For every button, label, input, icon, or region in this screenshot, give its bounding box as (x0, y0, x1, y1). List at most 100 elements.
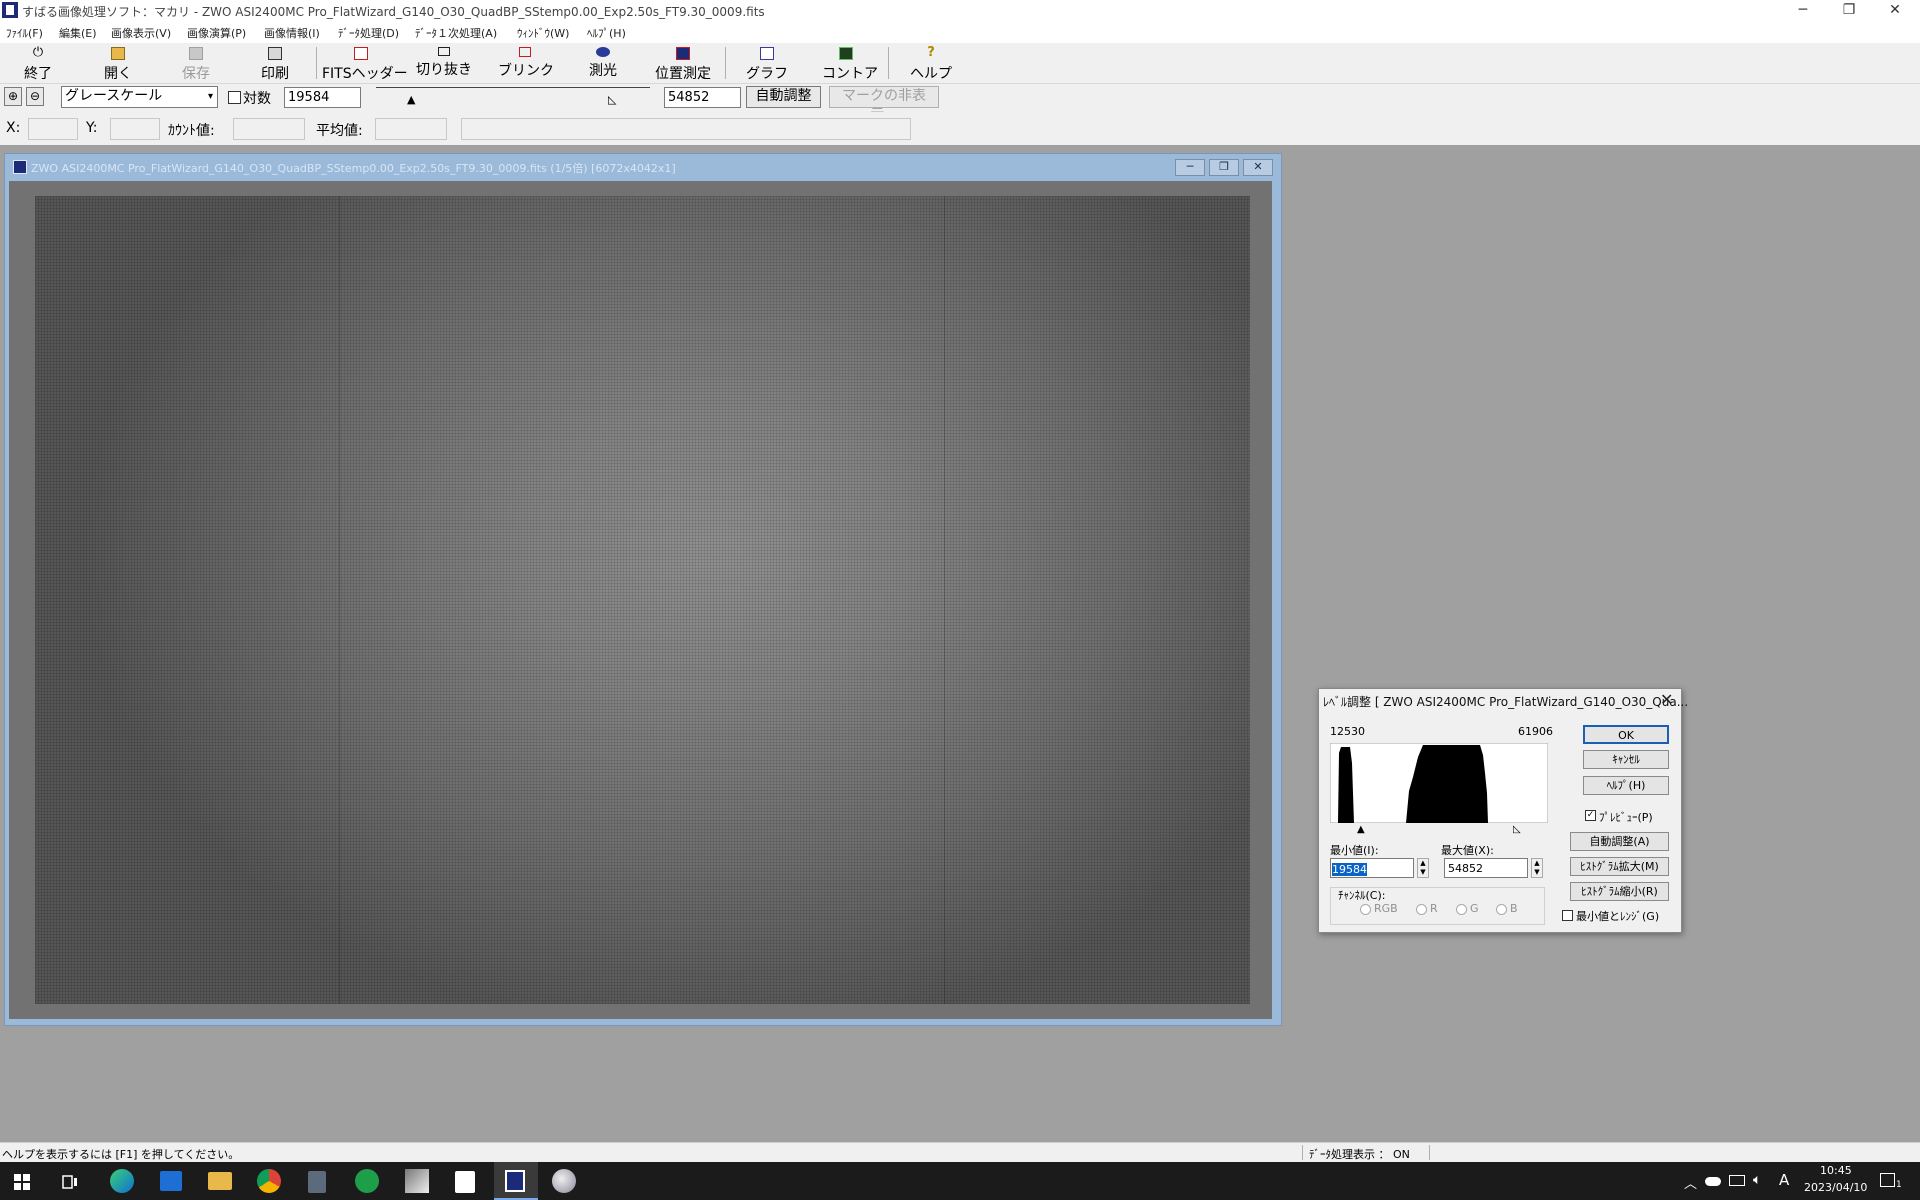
fits-image[interactable] (35, 196, 1250, 1004)
dialog-min-input[interactable]: 19584 (1330, 858, 1414, 878)
histogram (1330, 743, 1548, 823)
min-range-label: 最小値とﾚﾝｼﾞ(G) (1576, 910, 1660, 923)
makali-taskbar-button[interactable] (494, 1162, 538, 1200)
close-button[interactable]: ✕ (1872, 0, 1918, 22)
print-label: 印刷 (261, 66, 289, 82)
makali-icon (505, 1170, 525, 1192)
histogram-peak-main (1406, 745, 1488, 823)
chevron-up-icon[interactable]: ︿ (1684, 1173, 1697, 1192)
speaker-icon[interactable]: 🔈︎ (1753, 1172, 1761, 1188)
preview-checkbox[interactable]: ✓ (1585, 810, 1596, 821)
notification-icon[interactable] (1880, 1173, 1895, 1187)
help-button[interactable]: ? ヘルプ (906, 45, 956, 82)
child-restore-button[interactable]: ❐ (1209, 159, 1239, 176)
contour-label: コントア (822, 66, 878, 82)
ime-indicator[interactable]: A (1779, 1171, 1789, 1189)
x-value (28, 118, 78, 140)
status-divider (1302, 1145, 1303, 1160)
minimize-button[interactable]: ─ (1780, 0, 1826, 22)
channel-r-label: R (1430, 902, 1438, 915)
menu-data[interactable]: ﾃﾞｰﾀ処理(D) (338, 25, 399, 41)
calculator-icon[interactable] (308, 1171, 326, 1193)
restore-button[interactable]: ❐ (1826, 0, 1872, 22)
colormode-select[interactable]: グレースケール ▾ (61, 86, 218, 108)
open-button[interactable]: 開く (94, 45, 142, 82)
dialog-auto-button[interactable]: 自動調整(A) (1570, 832, 1669, 851)
channel-g-radio[interactable] (1456, 904, 1467, 915)
auto-adjust-button[interactable]: 自動調整 (746, 86, 821, 108)
status-data-display: ﾃﾞｰﾀ処理表示 ： ON (1309, 1148, 1410, 1161)
histogram-min-handle-icon[interactable]: ▲ (1357, 824, 1365, 835)
max-value-input[interactable]: 54852 (664, 87, 741, 108)
level-dialog[interactable]: ﾚﾍﾞﾙ調整 [ ZWO ASI2400MC Pro_FlatWizard_G1… (1318, 688, 1688, 933)
pixel-info-bar: X: Y: ｶｳﾝﾄ値: 平均値: (0, 112, 1920, 145)
menu-bar: ﾌｧｲﾙ(F) 編集(E) 画像表示(V) 画像演算(P) 画像情報(I) ﾃﾞ… (0, 22, 1920, 43)
log-checkbox[interactable] (228, 91, 241, 104)
help-icon: ? (927, 45, 935, 60)
child-minimize-button[interactable]: ─ (1175, 159, 1205, 176)
histogram-max-handle-icon[interactable]: ◺ (1513, 824, 1521, 835)
menu-view[interactable]: 画像表示(V) (111, 25, 171, 41)
image-window-icon (13, 160, 27, 174)
menu-help[interactable]: ﾍﾙﾌﾟ(H) (587, 25, 626, 41)
save-button[interactable]: 保存 (172, 45, 220, 82)
menu-calc[interactable]: 画像演算(P) (187, 25, 246, 41)
dialog-help-button[interactable]: ﾍﾙﾌﾟ(H) (1583, 776, 1669, 795)
menu-file[interactable]: ﾌｧｲﾙ(F) (6, 25, 43, 41)
astrometry-button[interactable]: 位置測定 (648, 45, 718, 82)
histogram-shrink-button[interactable]: ﾋｽﾄｸﾞﾗﾑ縮小(R) (1570, 882, 1669, 901)
hide-marks-button[interactable]: マークの非表示... (829, 86, 939, 123)
fits-header-button[interactable]: FITSヘッダー (322, 45, 408, 82)
level-slider-track[interactable] (376, 87, 650, 88)
clock-date[interactable]: 2023/04/10 (1804, 1181, 1867, 1194)
histogram-expand-button[interactable]: ﾋｽﾄｸﾞﾗﾑ拡大(M) (1570, 857, 1669, 876)
channel-b-radio[interactable] (1496, 904, 1507, 915)
zoom-in-icon[interactable]: ⊕ (4, 87, 22, 106)
photometry-label: 測光 (589, 63, 617, 79)
close-icon[interactable]: ✕ (1660, 690, 1673, 709)
cloud-icon[interactable] (1705, 1177, 1721, 1186)
exit-button[interactable]: ⏻ 終了 (14, 45, 62, 82)
photometry-button[interactable]: 測光 (578, 45, 628, 81)
task-view-icon[interactable] (62, 1175, 78, 1189)
cancel-button[interactable]: ｷｬﾝｾﾙ (1583, 750, 1669, 769)
ok-button[interactable]: OK (1583, 725, 1669, 744)
channel-r-radio[interactable] (1416, 904, 1427, 915)
min-slider-handle-icon[interactable]: ▲ (407, 93, 415, 106)
blink-label: ブリンク (498, 63, 554, 79)
print-button[interactable]: 印刷 (251, 45, 299, 82)
chrome-icon[interactable] (257, 1169, 281, 1193)
paint-app-icon[interactable] (552, 1169, 576, 1193)
photometry-icon (596, 47, 610, 57)
menu-edit[interactable]: 編集(E) (59, 25, 97, 41)
min-spinner[interactable]: ▲ ▼ (1417, 858, 1429, 878)
network-icon[interactable] (1729, 1175, 1745, 1186)
menu-info[interactable]: 画像情報(I) (264, 25, 320, 41)
contour-button[interactable]: コントア (822, 45, 878, 82)
graph-button[interactable]: グラフ (745, 45, 789, 82)
min-range-checkbox[interactable] (1562, 910, 1573, 921)
menu-primary[interactable]: ﾃﾞｰﾀ１次処理(A) (415, 25, 497, 41)
clock-time[interactable]: 10:45 (1820, 1164, 1852, 1177)
zoom-out-icon[interactable]: ⊖ (26, 87, 44, 106)
max-slider-handle-icon[interactable]: ◺ (608, 93, 616, 106)
menu-window[interactable]: ｳｨﾝﾄﾞｳ(W) (517, 25, 569, 41)
status-help-text: ヘルプを表示するには [F1] を押してください。 (2, 1148, 240, 1161)
tool-app-icon[interactable] (405, 1169, 429, 1193)
start-icon[interactable] (14, 1174, 30, 1190)
document-app-icon[interactable] (455, 1171, 475, 1193)
dialog-max-input[interactable]: 54852 (1444, 858, 1528, 878)
mean-value (375, 118, 447, 140)
child-close-button[interactable]: ✕ (1243, 159, 1273, 176)
channel-rgb-radio[interactable] (1360, 904, 1371, 915)
sync-app-icon[interactable] (355, 1169, 379, 1193)
min-label: 最小値(I): (1330, 844, 1379, 857)
max-spinner[interactable]: ▲ ▼ (1531, 858, 1543, 878)
blink-button[interactable]: ブリンク (498, 45, 554, 81)
crop-button[interactable]: 切り抜き (413, 45, 475, 81)
edge-icon[interactable] (110, 1169, 134, 1193)
min-value-input[interactable]: 19584 (284, 87, 361, 108)
store-icon[interactable] (160, 1171, 182, 1191)
printer-icon (268, 47, 282, 60)
explorer-icon[interactable] (208, 1172, 232, 1190)
